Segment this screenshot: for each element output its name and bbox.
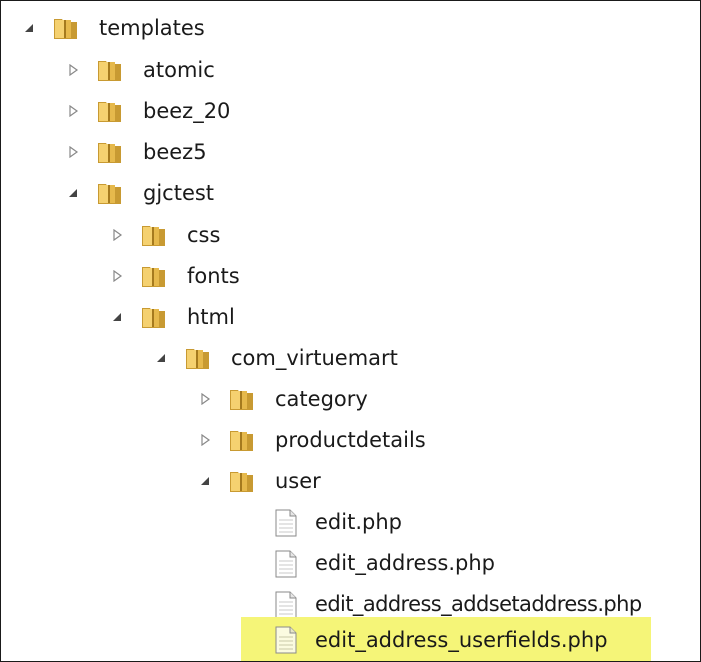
folder-icon (95, 56, 125, 86)
tree-item-css[interactable]: css (109, 218, 269, 252)
collapsed-arrow-icon[interactable] (197, 432, 213, 448)
tree-item-edit-php[interactable]: edit.php (271, 505, 471, 539)
folder-icon (227, 467, 257, 497)
tree-item-fonts[interactable]: fonts (109, 259, 279, 293)
tree-item-edit-address-addsetaddress-php[interactable]: edit_address_addsetaddress.php (271, 587, 700, 621)
file-icon (271, 590, 301, 620)
file-icon (271, 549, 301, 579)
folder-icon (139, 303, 169, 333)
tree-item-atomic[interactable]: atomic (65, 53, 245, 87)
tree-item-gjctest[interactable]: gjctest (65, 176, 255, 210)
expanded-arrow-icon[interactable] (153, 350, 169, 366)
collapsed-arrow-icon[interactable] (65, 62, 81, 78)
file-tree-panel: templates atomic beez_20 beez5 gjctest c… (0, 0, 701, 662)
tree-item-label: css (187, 223, 221, 247)
collapsed-arrow-icon[interactable] (65, 144, 81, 160)
folder-icon (95, 179, 125, 209)
tree-item-label: templates (99, 16, 205, 40)
expanded-arrow-icon[interactable] (109, 309, 125, 325)
tree-item-label: com_virtuemart (231, 346, 398, 370)
tree-item-label: gjctest (143, 181, 215, 205)
tree-item-label: html (187, 305, 235, 329)
expanded-arrow-icon[interactable] (65, 185, 81, 201)
tree-item-label: user (275, 469, 321, 493)
tree-item-label: productdetails (275, 428, 426, 452)
folder-icon (183, 344, 213, 374)
tree-item-user[interactable]: user (197, 464, 377, 498)
tree-item-label: fonts (187, 264, 240, 288)
tree-item-edit-address-userfields-php[interactable]: edit_address_userfields.php (241, 617, 651, 661)
tree-item-category[interactable]: category (197, 382, 417, 416)
tree-item-label: beez5 (143, 140, 207, 164)
tree-item-label: category (275, 387, 368, 411)
tree-item-label: edit_address_addsetaddress.php (315, 592, 642, 616)
tree-item-edit-address-php[interactable]: edit_address.php (271, 546, 561, 580)
collapsed-arrow-icon[interactable] (109, 268, 125, 284)
tree-item-label: atomic (143, 58, 215, 82)
expanded-arrow-icon[interactable] (21, 20, 37, 36)
tree-item-beez5[interactable]: beez5 (65, 135, 245, 169)
folder-icon (139, 221, 169, 251)
file-icon (271, 508, 301, 538)
folder-icon (95, 138, 125, 168)
tree-item-label: beez_20 (143, 99, 231, 123)
file-icon (271, 625, 301, 655)
tree-item-com_virtuemart[interactable]: com_virtuemart (153, 341, 433, 375)
tree-item-label: edit_address.php (315, 551, 495, 575)
folder-icon (227, 426, 257, 456)
tree-item-templates[interactable]: templates (21, 11, 231, 45)
collapsed-arrow-icon[interactable] (65, 103, 81, 119)
tree-item-label: edit_address_userfields.php (315, 628, 608, 652)
folder-icon (227, 385, 257, 415)
tree-item-html[interactable]: html (109, 300, 269, 334)
expanded-arrow-icon[interactable] (197, 473, 213, 489)
tree-item-label: edit.php (315, 510, 402, 534)
collapsed-arrow-icon[interactable] (109, 227, 125, 243)
collapsed-arrow-icon[interactable] (197, 391, 213, 407)
tree-item-productdetails[interactable]: productdetails (197, 423, 497, 457)
folder-icon (95, 97, 125, 127)
tree-item-beez_20[interactable]: beez_20 (65, 94, 255, 128)
folder-icon (139, 262, 169, 292)
folder-icon (51, 14, 81, 44)
